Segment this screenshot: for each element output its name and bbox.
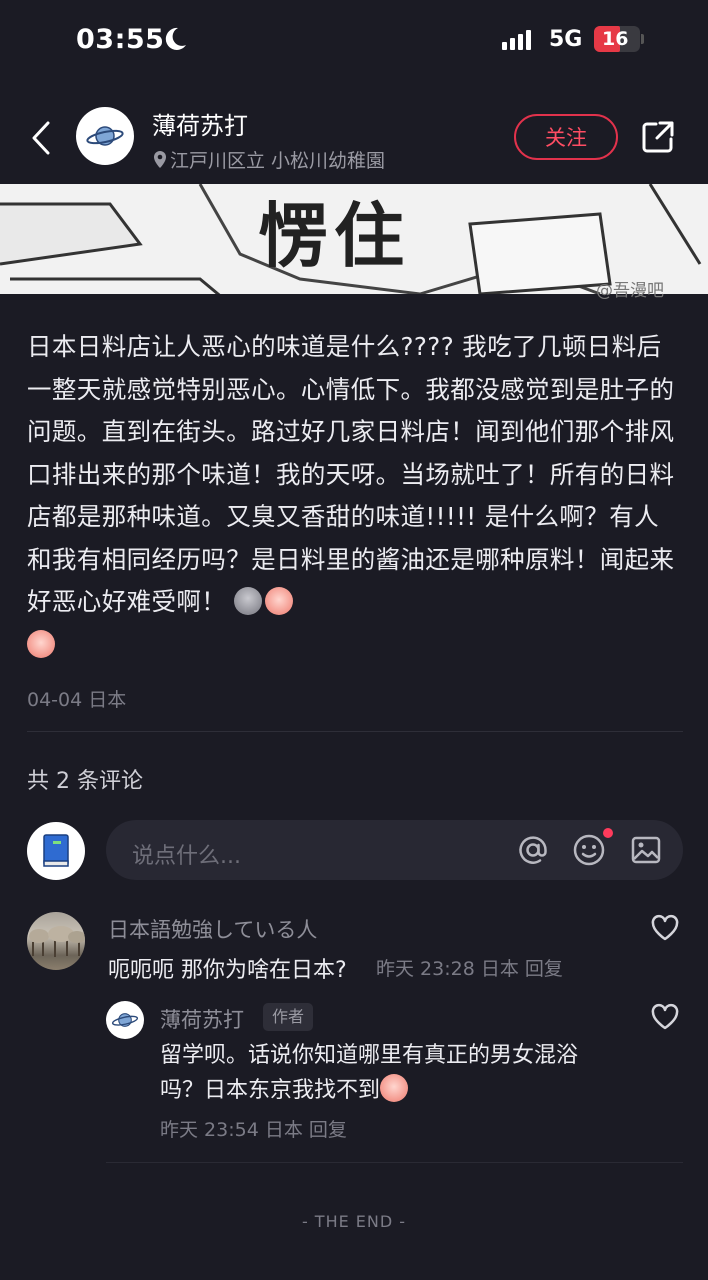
author-name[interactable]: 薄荷苏打	[152, 106, 248, 141]
follow-button[interactable]: 关注	[514, 114, 618, 160]
reply-author-avatar[interactable]	[106, 1001, 144, 1039]
planet-icon	[111, 1013, 139, 1027]
network-label: 5G	[549, 27, 583, 52]
reply-text-content: 留学呗。话说你知道哪里有真正的男女混浴吗？日本东京我找不到	[160, 1043, 579, 1103]
book-icon	[43, 834, 69, 867]
comment-meta[interactable]: 昨天 23:28 日本 回复	[376, 954, 563, 981]
location-text: 江戸川区立 小松川幼稚園	[170, 150, 386, 172]
image-watermark: @吾漫吧	[596, 281, 664, 301]
sweat-emoji-icon	[234, 587, 263, 615]
mention-icon[interactable]	[516, 833, 550, 867]
crying-emoji-icon	[265, 587, 294, 615]
divider	[27, 731, 683, 732]
planet-icon	[86, 126, 124, 146]
signal-icon	[502, 30, 531, 50]
author-avatar[interactable]	[76, 107, 134, 165]
crying-emoji-icon	[27, 629, 55, 658]
end-label: - THE END -	[301, 1212, 407, 1231]
comment-text: 呃呃呃 那你为啥在日本?	[108, 958, 347, 983]
image-upload-icon[interactable]	[629, 833, 663, 867]
comment-author-name[interactable]: 日本語勉強している人	[108, 914, 317, 944]
author-badge: 作者	[263, 1003, 314, 1031]
image-caption: 愣住	[258, 195, 410, 277]
my-avatar[interactable]	[27, 822, 85, 880]
back-icon[interactable]	[28, 120, 54, 156]
location-pin-icon	[154, 150, 166, 168]
location-line[interactable]: 江戸川区立 小松川幼稚園	[152, 146, 385, 173]
emoji-icon[interactable]	[572, 833, 606, 867]
comment-placeholder[interactable]: 说点什么...	[132, 838, 241, 870]
trees-photo	[29, 926, 85, 957]
commenter-avatar[interactable]	[27, 912, 85, 970]
divider	[106, 1162, 683, 1163]
moon-icon	[165, 27, 186, 50]
crying-emoji-icon	[380, 1074, 409, 1102]
reply-author-name[interactable]: 薄荷苏打	[160, 1004, 244, 1034]
status-time: 03:55	[76, 24, 165, 55]
battery-level: 16	[602, 28, 629, 50]
like-heart-icon[interactable]	[650, 914, 680, 942]
post-body: 日本日料店让人恶心的味道是什么???? 我吃了几顿日料后一整天就感觉特别恶心。心…	[27, 326, 683, 666]
post-meta: 04-04 日本	[27, 689, 127, 711]
share-icon[interactable]	[640, 119, 676, 155]
battery-icon: 16	[594, 26, 640, 52]
notification-dot	[603, 828, 613, 838]
like-heart-icon[interactable]	[650, 1003, 680, 1031]
comment-count: 共 2 条评论	[27, 769, 143, 794]
post-text: 日本日料店让人恶心的味道是什么???? 我吃了几顿日料后一整天就感觉特别恶心。心…	[27, 332, 675, 616]
reply-meta[interactable]: 昨天 23:54 日本 回复	[160, 1115, 347, 1142]
battery-tip	[641, 34, 644, 44]
reply-text: 留学呗。话说你知道哪里有真正的男女混浴吗？日本东京我找不到	[160, 1038, 620, 1108]
